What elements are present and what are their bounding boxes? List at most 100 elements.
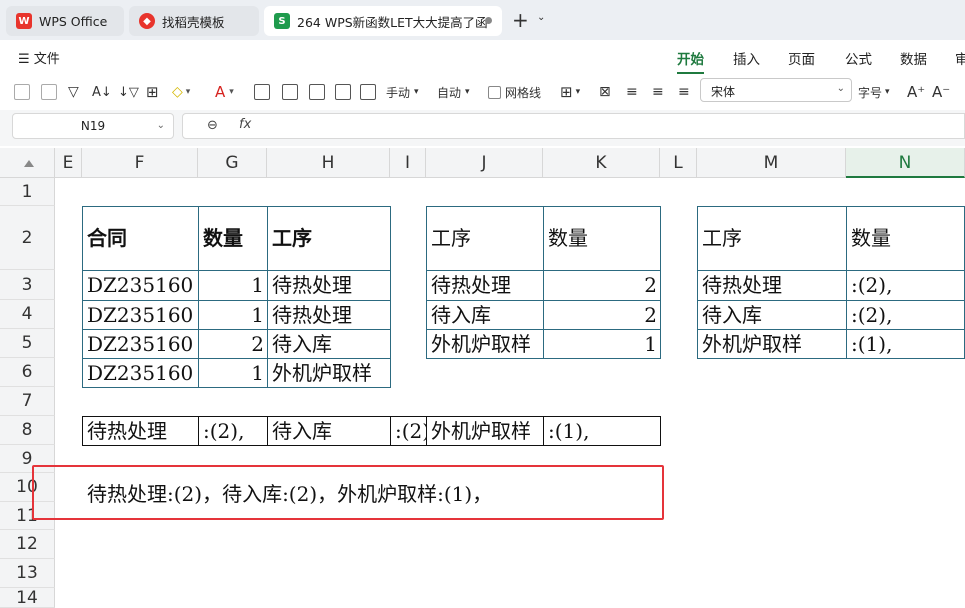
cell[interactable]: 工序: [426, 206, 544, 271]
cell[interactable]: 工序: [697, 206, 847, 271]
align-icon[interactable]: [282, 81, 298, 103]
font-name-dropdown[interactable]: 宋体 ⌄: [700, 78, 852, 102]
column-header-n[interactable]: N: [846, 148, 965, 178]
column-header-m[interactable]: M: [697, 148, 846, 178]
cell[interactable]: 数量: [543, 206, 661, 271]
tab-wps-office[interactable]: W WPS Office: [6, 6, 124, 36]
auto-button[interactable]: 自动 ▾: [437, 81, 470, 103]
cell[interactable]: 1: [198, 300, 268, 330]
cell-style-icon[interactable]: [254, 81, 270, 103]
borders-icon[interactable]: ⊞: [146, 81, 159, 103]
cell[interactable]: 待热处理: [426, 270, 544, 301]
sort-ascending-icon[interactable]: A↓: [92, 81, 112, 103]
column-header-l[interactable]: L: [660, 148, 697, 178]
cell[interactable]: :(2),: [390, 416, 427, 446]
cell[interactable]: :(2),: [846, 270, 965, 301]
zoom-icon[interactable]: ⊖: [207, 118, 218, 133]
row-header-5[interactable]: 5: [0, 329, 55, 358]
cell[interactable]: 数量: [846, 206, 965, 271]
row-header-14[interactable]: 14: [0, 588, 55, 608]
column-header-e[interactable]: E: [55, 148, 82, 178]
fit-icon[interactable]: [360, 81, 376, 103]
format-painter-icon[interactable]: [41, 81, 57, 103]
tab-current-spreadsheet[interactable]: S 264 WPS新函数LET大大提高了函: [264, 6, 502, 36]
cell[interactable]: :(2),: [846, 300, 965, 330]
column-header-f[interactable]: F: [82, 148, 198, 178]
row-header-7[interactable]: 7: [0, 387, 55, 416]
table-style-icon[interactable]: ⊞ ▾: [560, 81, 580, 103]
cell[interactable]: 外机炉取样: [426, 329, 544, 359]
cell[interactable]: 工序: [267, 206, 391, 271]
tab-docer-templates[interactable]: ◆ 找稻壳模板: [129, 6, 259, 36]
cell[interactable]: DZ235160: [82, 329, 199, 359]
cell[interactable]: 待热处理: [267, 270, 391, 301]
cell[interactable]: 1: [198, 358, 268, 388]
increase-font-icon[interactable]: A⁺: [907, 81, 925, 103]
fill-color-icon[interactable]: ◇ ▾: [172, 81, 190, 103]
cell[interactable]: 2: [198, 329, 268, 359]
cell[interactable]: 待热处理: [82, 416, 199, 446]
decrease-font-icon[interactable]: A⁻: [932, 81, 950, 103]
cell[interactable]: 2: [543, 270, 661, 301]
merge-icon[interactable]: [335, 81, 351, 103]
cell[interactable]: 待热处理: [697, 270, 847, 301]
clear-format-icon[interactable]: ⊠: [599, 81, 611, 103]
column-header-g[interactable]: G: [198, 148, 267, 178]
wrap-icon[interactable]: [309, 81, 325, 103]
fx-icon[interactable]: fx: [239, 117, 251, 132]
align-right-icon[interactable]: ≡: [678, 81, 690, 103]
column-header-i[interactable]: I: [390, 148, 426, 178]
align-center-icon[interactable]: ≡: [652, 81, 664, 103]
paste-icon[interactable]: [14, 81, 30, 103]
column-header-h[interactable]: H: [267, 148, 390, 178]
gridlines-checkbox[interactable]: 网格线: [488, 81, 541, 103]
cell[interactable]: 待入库: [267, 329, 391, 359]
row-header-12[interactable]: 12: [0, 530, 55, 559]
font-color-icon[interactable]: A ▾: [215, 81, 234, 103]
tab-insert[interactable]: 插入: [733, 48, 760, 68]
file-menu[interactable]: ☰ 文件: [18, 48, 60, 67]
chevron-down-icon[interactable]: ⌄: [537, 12, 545, 23]
manual-button[interactable]: 手动 ▾: [386, 81, 419, 103]
cell[interactable]: 2: [543, 300, 661, 330]
cell[interactable]: 合同: [82, 206, 199, 271]
row-header-4[interactable]: 4: [0, 300, 55, 329]
cell[interactable]: 外机炉取样: [426, 416, 544, 446]
column-header-k[interactable]: K: [543, 148, 660, 178]
sort-descending-icon[interactable]: ↓▽: [118, 81, 139, 103]
formula-input[interactable]: ⊖ fx: [182, 113, 965, 139]
cell[interactable]: 数量: [198, 206, 268, 271]
row-header-6[interactable]: 6: [0, 358, 55, 387]
row-header-8[interactable]: 8: [0, 416, 55, 445]
cell[interactable]: 1: [543, 329, 661, 359]
cell[interactable]: DZ235160: [82, 358, 199, 388]
cell[interactable]: :(1),: [846, 329, 965, 359]
new-tab-plus-icon[interactable]: +: [512, 8, 529, 32]
cell[interactable]: 待入库: [426, 300, 544, 330]
tab-home[interactable]: 开始: [677, 48, 704, 74]
tab-review[interactable]: 审: [955, 48, 965, 68]
tab-page[interactable]: 页面: [788, 48, 815, 68]
cell[interactable]: 外机炉取样: [697, 329, 847, 359]
font-size-dropdown[interactable]: 字号 ▾: [858, 81, 890, 103]
cell[interactable]: 待热处理: [267, 300, 391, 330]
tab-formula[interactable]: 公式: [845, 48, 872, 68]
select-all-corner[interactable]: [0, 148, 55, 178]
row-header-1[interactable]: 1: [0, 178, 55, 206]
cell[interactable]: :(1),: [543, 416, 661, 446]
cell[interactable]: 外机炉取样: [267, 358, 391, 388]
cell[interactable]: 1: [198, 270, 268, 301]
cell[interactable]: :(2),: [198, 416, 268, 446]
tab-data[interactable]: 数据: [900, 48, 927, 68]
align-left-icon[interactable]: ≡: [626, 81, 638, 103]
cell[interactable]: DZ235160: [82, 300, 199, 330]
cell[interactable]: 待入库: [267, 416, 391, 446]
row-header-3[interactable]: 3: [0, 270, 55, 300]
cell[interactable]: 待入库: [697, 300, 847, 330]
column-header-j[interactable]: J: [426, 148, 543, 178]
name-box[interactable]: N19 ⌄: [12, 113, 174, 139]
row-header-13[interactable]: 13: [0, 559, 55, 588]
cell[interactable]: DZ235160: [82, 270, 199, 301]
filter-icon[interactable]: ▽: [68, 81, 79, 103]
row-header-2[interactable]: 2: [0, 206, 55, 270]
